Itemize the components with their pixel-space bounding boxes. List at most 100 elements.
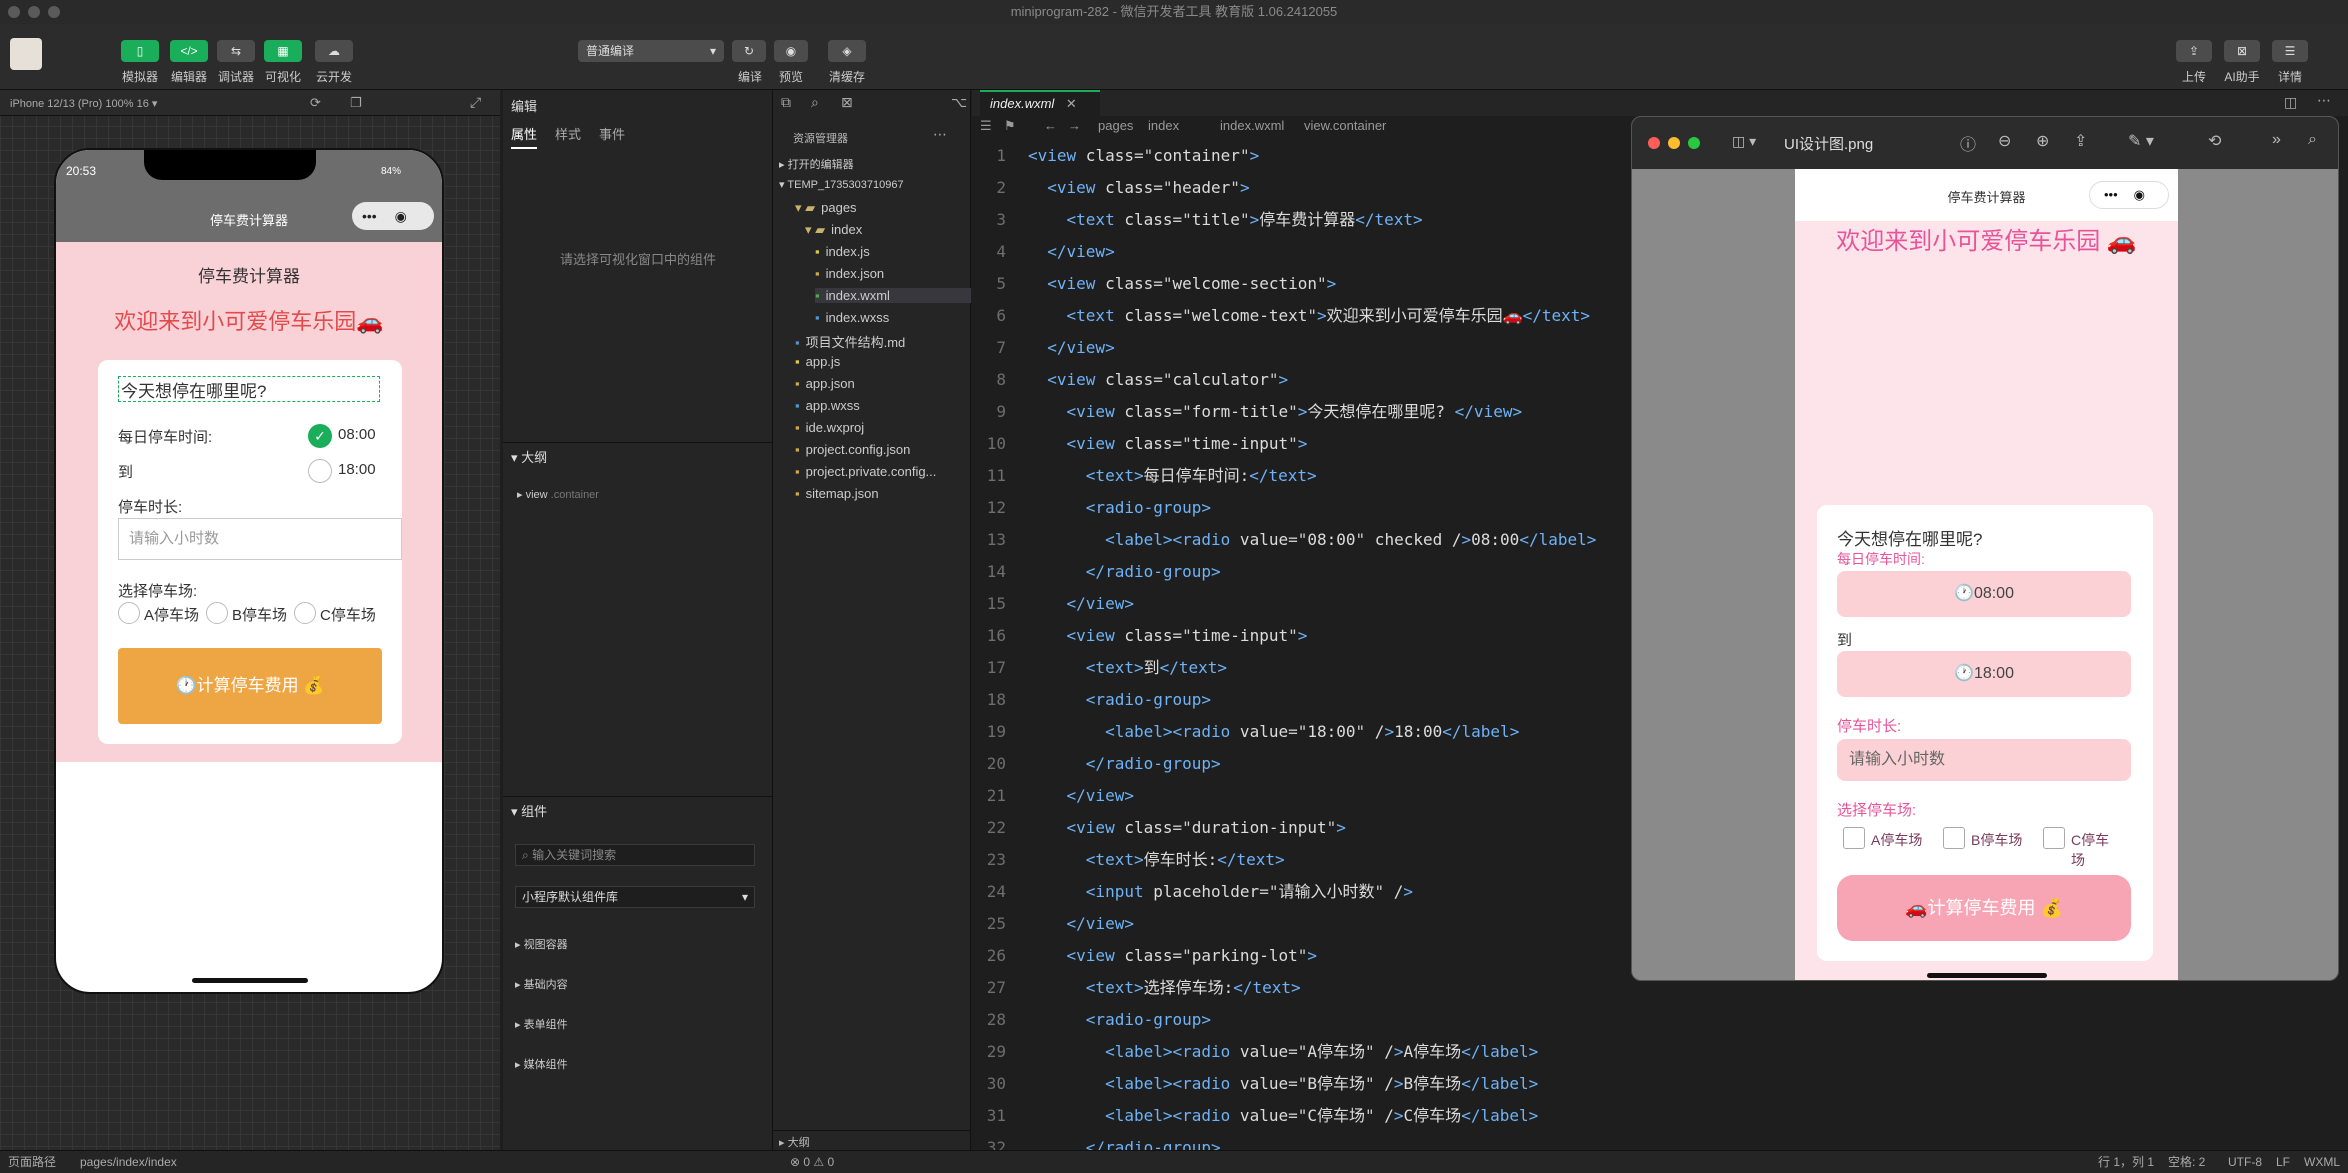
markup-icon[interactable]: ✎ ▾ [2128, 131, 2154, 151]
minimize-window-button[interactable] [1668, 137, 1680, 149]
extensions-icon[interactable]: ⊠ [841, 94, 853, 111]
code-line[interactable]: <view class="form-title">今天想停在哪里呢? </vie… [1028, 396, 1523, 428]
problems-count[interactable]: ⊗ 0 ⚠ 0 [790, 1151, 834, 1173]
breadcrumb-file[interactable]: index.wxml [1220, 116, 1284, 136]
rotate-icon[interactable]: ⟳ [310, 95, 321, 111]
code-line[interactable]: <label><radio value="18:00" />18:00</lab… [1028, 716, 1519, 748]
code-line[interactable]: </view> [1028, 236, 1114, 268]
close-window-button[interactable] [8, 6, 20, 18]
file-item[interactable]: ▪ index.wxml [815, 288, 971, 303]
duration-input[interactable]: 请输入小时数 [118, 518, 402, 560]
code-line[interactable]: <radio-group> [1028, 1004, 1211, 1036]
search-icon[interactable]: ⌕ [2308, 131, 2317, 149]
expand-icon[interactable]: » [2272, 131, 2281, 149]
file-item[interactable]: ▪ app.js [795, 354, 840, 369]
breadcrumb-pages[interactable]: pages [1098, 116, 1133, 136]
code-line[interactable]: </radio-group> [1028, 1132, 1221, 1150]
file-encoding[interactable]: UTF-8 [2228, 1151, 2262, 1173]
ai-assistant-button[interactable]: ⊠ [2224, 40, 2260, 62]
search-icon[interactable]: ⌕ [811, 94, 819, 111]
simulator-toggle-button[interactable]: ▯ [121, 40, 159, 62]
code-line[interactable]: </view> [1028, 588, 1134, 620]
folder-item[interactable]: ▾ ▰ index [805, 222, 862, 238]
lot-b-radio[interactable] [206, 602, 228, 624]
editor-toggle-button[interactable]: </> [170, 40, 208, 62]
code-line[interactable]: <view class="time-input"> [1028, 620, 1308, 652]
files-icon[interactable]: ⧉ [781, 94, 791, 111]
code-line[interactable]: <text class="welcome-text">欢迎来到小可爱停车乐园🚗<… [1028, 300, 1590, 332]
line-ending[interactable]: LF [2276, 1151, 2290, 1173]
group-media-components[interactable]: ▸ 媒体组件 [515, 1056, 568, 1072]
file-item[interactable]: ▪ project.config.json [795, 442, 910, 457]
code-line[interactable]: <text>每日停车时间:</text> [1028, 460, 1317, 492]
code-line[interactable]: <text>到</text> [1028, 652, 1227, 684]
tab-events[interactable]: 事件 [599, 124, 625, 143]
lot-a-radio[interactable] [118, 602, 140, 624]
close-window-button[interactable] [1648, 137, 1660, 149]
avatar[interactable] [10, 38, 42, 70]
calculate-button[interactable]: 🕐计算停车费用 💰 [118, 648, 382, 724]
file-item[interactable]: ▪ index.json [815, 266, 884, 281]
file-item[interactable]: ▪ project.private.config... [795, 464, 936, 479]
capsule-menu[interactable]: ••• ◉ [352, 202, 434, 230]
upload-button[interactable]: ⇪ [2176, 40, 2212, 62]
bookmark-icon[interactable]: ⚑ [1004, 116, 1016, 136]
tab-styles[interactable]: 样式 [555, 124, 581, 143]
compile-mode-select[interactable]: 普通编译 ▾ [578, 40, 724, 62]
file-item[interactable]: ▪ index.js [815, 244, 870, 259]
share-icon[interactable]: ⇪ [2074, 131, 2087, 151]
more-icon[interactable]: ••• [362, 208, 377, 224]
clear-cache-button[interactable]: ◈ [828, 40, 866, 62]
code-line[interactable]: </view> [1028, 780, 1134, 812]
code-line[interactable]: <view class="duration-input"> [1028, 812, 1346, 844]
code-line[interactable]: <label><radio value="A停车场" />A停车场</label… [1028, 1036, 1538, 1068]
group-basic-content[interactable]: ▸ 基础内容 [515, 976, 568, 992]
project-root[interactable]: ▾ TEMP_1735303710967 [779, 178, 904, 191]
info-icon[interactable]: ⓘ [1960, 131, 1976, 155]
file-item[interactable]: ▪ sitemap.json [795, 486, 879, 501]
window-icon[interactable]: ❐ [350, 95, 362, 111]
start-time-radio[interactable]: ✓ [308, 424, 332, 448]
device-select[interactable]: iPhone 12/13 (Pro) 100% 16 ▾ [10, 97, 157, 110]
code-line[interactable]: <input placeholder="请输入小时数" /> [1028, 876, 1413, 908]
code-line[interactable]: <label><radio value="C停车场" />C停车场</label… [1028, 1100, 1538, 1132]
minimize-window-button[interactable] [28, 6, 40, 18]
file-item[interactable]: ▪ app.wxss [795, 398, 860, 413]
more-icon[interactable]: ⋯ [2317, 92, 2331, 109]
code-line[interactable]: <view class="parking-lot"> [1028, 940, 1317, 972]
back-arrow-icon[interactable]: ← [1044, 116, 1057, 136]
cloud-dev-button[interactable]: ☁ [315, 40, 353, 62]
code-line[interactable]: </view> [1028, 908, 1134, 940]
more-icon[interactable]: ⋯ [933, 126, 947, 143]
list-icon[interactable]: ☰ [980, 116, 992, 136]
zoom-in-icon[interactable]: ⊕ [2036, 131, 2049, 151]
file-item[interactable]: ▪ app.json [795, 376, 855, 391]
close-capsule-icon[interactable]: ◉ [395, 208, 407, 224]
code-line[interactable]: <radio-group> [1028, 492, 1211, 524]
debugger-toggle-button[interactable]: ⇆ [217, 40, 255, 62]
code-line[interactable]: </view> [1028, 332, 1114, 364]
code-line[interactable]: <view class="container"> [1028, 140, 1259, 172]
code-line[interactable]: <label><radio value="08:00" checked />08… [1028, 524, 1596, 556]
close-icon[interactable]: ✕ [1066, 96, 1077, 111]
open-editors-section[interactable]: ▸ 打开的编辑器 [779, 156, 854, 172]
outline-node[interactable]: ▸ view .container [517, 488, 599, 501]
compile-button[interactable]: ↻ [732, 40, 766, 62]
breadcrumb-element[interactable]: view.container [1304, 116, 1386, 136]
fullscreen-icon[interactable]: ⤢ [470, 94, 481, 111]
code-line[interactable]: </radio-group> [1028, 748, 1221, 780]
zoom-out-icon[interactable]: ⊖ [1998, 131, 2011, 151]
file-item[interactable]: ▪ 项目文件结构.md [795, 332, 905, 351]
page-path[interactable]: pages/index/index [80, 1151, 177, 1173]
lot-c-radio[interactable] [294, 602, 316, 624]
code-line[interactable]: <text class="title">停车费计算器</text> [1028, 204, 1423, 236]
page-path-label[interactable]: 页面路径 [8, 1151, 56, 1173]
group-view-containers[interactable]: ▸ 视图容器 [515, 936, 568, 952]
zoom-window-button[interactable] [1688, 137, 1700, 149]
split-editor-icon[interactable]: ◫ [2284, 94, 2297, 111]
indent-setting[interactable]: 空格: 2 [2168, 1151, 2205, 1173]
code-line[interactable]: <view class="header"> [1028, 172, 1249, 204]
outline-section[interactable]: ▾ 大纲 [503, 442, 773, 466]
breadcrumb-index[interactable]: index [1148, 116, 1179, 136]
sidebar-toggle-icon[interactable]: ◫ ▾ [1732, 133, 1756, 150]
